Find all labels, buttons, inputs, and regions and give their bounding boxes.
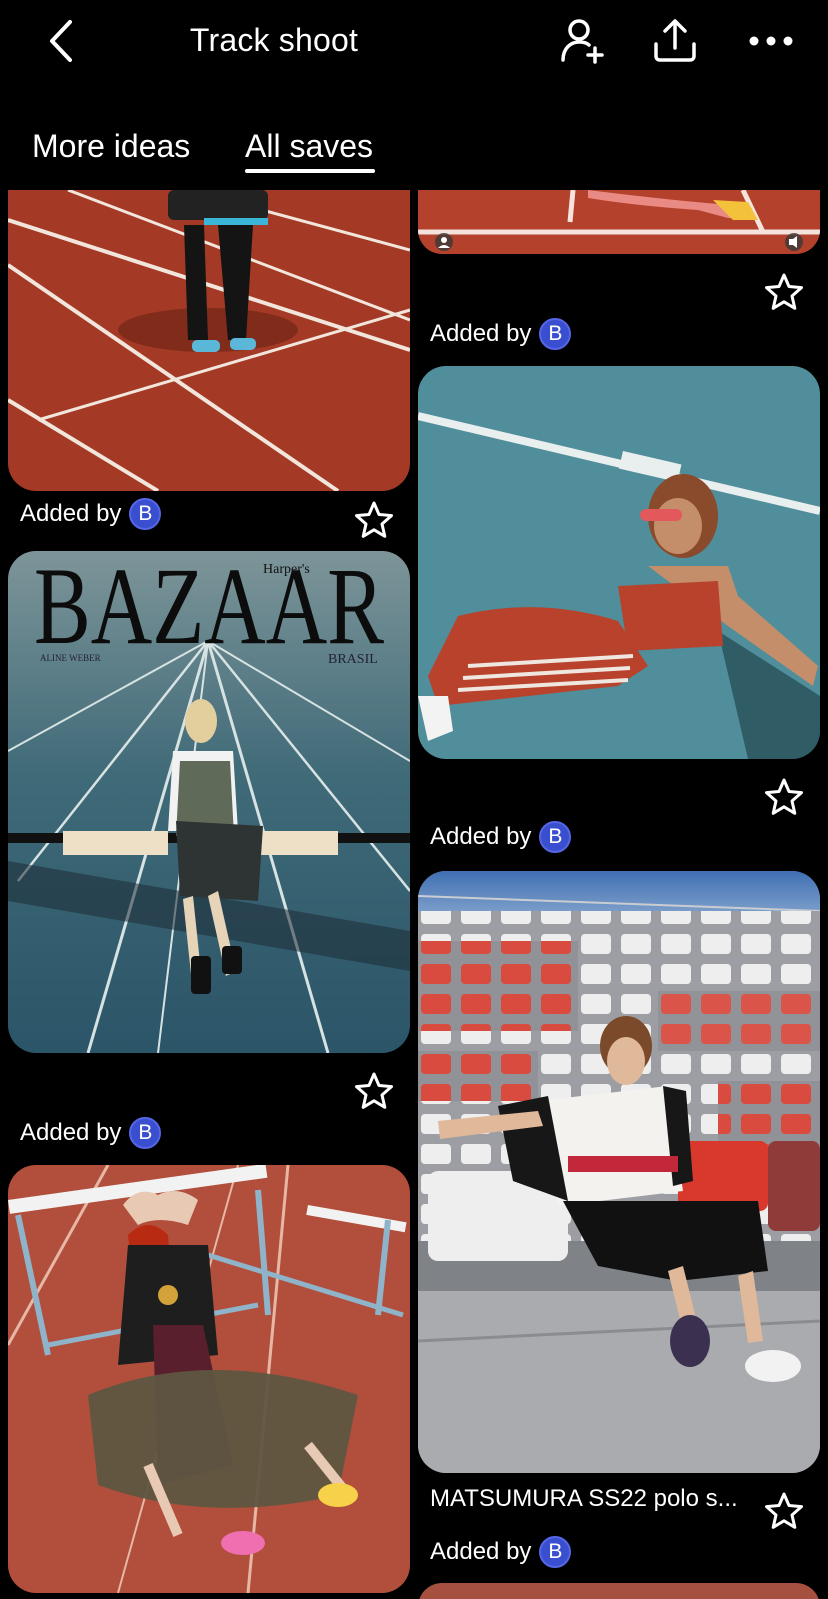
- tab-more-ideas[interactable]: More ideas: [32, 128, 190, 165]
- added-by-label: Added by: [430, 823, 532, 850]
- share-upload-icon: [654, 19, 696, 62]
- added-by-label: Added by: [430, 320, 532, 347]
- invite-collaborator-button[interactable]: [557, 16, 607, 66]
- magazine-edition: BRASIL: [328, 652, 378, 667]
- pin-attribution: Added by B: [20, 498, 162, 530]
- magazine-subtitle: Harper's: [263, 562, 310, 577]
- tab-bar: More ideas All saves: [0, 120, 828, 180]
- pin-attribution: Added by B: [430, 318, 572, 350]
- star-icon: [355, 501, 393, 538]
- top-bar: Track shoot: [0, 0, 828, 90]
- favorite-star-button[interactable]: [354, 500, 394, 540]
- avatar[interactable]: B: [539, 1536, 572, 1568]
- added-by-label: Added by: [20, 500, 122, 527]
- pin-caption[interactable]: MATSUMURA SS22 polo s...: [430, 1485, 738, 1513]
- favorite-star-button[interactable]: [764, 272, 804, 312]
- pin-image-red-track-legs[interactable]: [8, 190, 410, 491]
- favorite-star-button[interactable]: [764, 1491, 804, 1531]
- more-horizontal-icon: [749, 36, 793, 46]
- avatar[interactable]: B: [129, 498, 162, 530]
- active-tab-indicator: [245, 169, 375, 173]
- pin-image-stadium-seats[interactable]: [418, 871, 820, 1473]
- more-options-button[interactable]: [746, 16, 796, 66]
- avatar[interactable]: B: [129, 1117, 162, 1149]
- avatar[interactable]: B: [539, 821, 572, 853]
- add-collaborator-icon: [561, 19, 604, 64]
- magazine-title: BAZAAR: [34, 551, 384, 667]
- favorite-star-button[interactable]: [764, 777, 804, 817]
- pin-attribution: Added by B: [430, 1536, 572, 1568]
- pin-image-next[interactable]: [418, 1583, 820, 1599]
- star-icon: [765, 778, 803, 815]
- avatar[interactable]: B: [539, 318, 572, 350]
- board-title: Track shoot: [189, 22, 359, 58]
- pin-image-blue-track-woman[interactable]: [418, 366, 820, 759]
- star-icon: [765, 273, 803, 310]
- star-icon: [765, 1492, 803, 1529]
- tab-all-saves[interactable]: All saves: [245, 128, 373, 165]
- pin-image-hurdles-track[interactable]: [8, 1165, 410, 1593]
- pin-video-red-track[interactable]: [418, 190, 820, 254]
- favorite-star-button[interactable]: [354, 1071, 394, 1111]
- pin-image-bazaar-cover[interactable]: BAZAAR Harper's BRASIL ALINE WEBER: [8, 551, 410, 1053]
- star-icon: [355, 1072, 393, 1109]
- added-by-label: Added by: [430, 1538, 532, 1565]
- pin-attribution: Added by B: [20, 1117, 162, 1149]
- pin-attribution: Added by B: [430, 821, 572, 853]
- magazine-credit: ALINE WEBER: [40, 653, 101, 663]
- share-button[interactable]: [650, 16, 700, 66]
- added-by-label: Added by: [20, 1119, 122, 1146]
